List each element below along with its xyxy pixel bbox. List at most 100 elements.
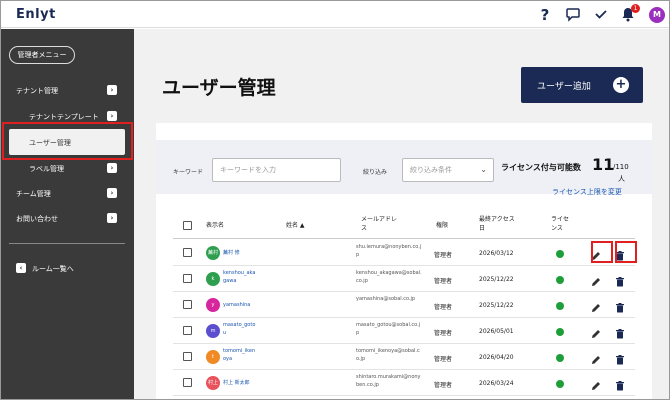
sidebar: 管理者メニュー テナント管理 › テナントテンプレート › ユーザー管理 ラベル… [1, 29, 134, 399]
license-status-dot [556, 328, 564, 336]
narrow-label: 絞り込み [363, 169, 388, 176]
display-name-link[interactable]: masato_gotou [223, 321, 257, 337]
col-email-line1: メールアドレ [361, 216, 398, 223]
plus-icon: + [613, 77, 629, 93]
delete-highlight-box [615, 241, 637, 263]
keyword-input[interactable]: キーワードを入力 [212, 158, 341, 182]
pencil-icon[interactable] [590, 351, 602, 364]
pencil-icon[interactable] [590, 273, 602, 286]
sidebar-item-tenant-template[interactable]: テナントテンプレート [29, 112, 99, 122]
col-email-line2: ス [361, 225, 368, 232]
auth-cell: 管理者 [434, 356, 453, 363]
table-row[interactable]: t tomomi_ikenoya tomomi_ikenoya@sobal.co.j… [173, 344, 635, 370]
col-license-line1: ライセ [551, 216, 570, 223]
avatar: 村上 [206, 376, 220, 390]
chat-bubble-icon[interactable] [564, 6, 582, 24]
back-to-rooms-link[interactable]: ルーム一覧へ [32, 264, 74, 274]
select-all-checkbox[interactable] [183, 221, 192, 230]
chevron-right-icon[interactable]: › [107, 163, 117, 173]
license-status-dot [556, 354, 564, 362]
row-checkbox[interactable] [183, 274, 192, 283]
auth-cell: 管理者 [434, 278, 453, 285]
sidebar-item-contact[interactable]: お問い合わせ [16, 214, 58, 224]
avatar: t [206, 350, 220, 364]
license-available: 11 [592, 155, 615, 174]
chevron-left-icon[interactable]: ‹ [16, 263, 26, 273]
trash-icon[interactable] [614, 325, 626, 339]
display-name-link[interactable]: tomomi_ikenoya [223, 347, 257, 363]
col-license: ライセ ンス [551, 215, 569, 233]
chevron-right-icon[interactable]: › [107, 213, 117, 223]
sidebar-item-label[interactable]: ラベル管理 [29, 164, 64, 174]
table-row[interactable]: m masato_gotou masato_gotou@sobal.co.jp 管理者… [173, 318, 635, 344]
table-row[interactable]: 村上 村上 新太郎 shintaro.murakami@nonyben.co.jp 管… [173, 370, 635, 396]
trash-icon[interactable] [614, 377, 626, 391]
app-window: Enlyt ? 1 M 管理者メニュー テナント管理 › テナントテンプレート … [0, 0, 670, 400]
table-row[interactable]: k kenshou_akagawa kenshou_akagawa@sobal.co… [173, 266, 635, 292]
col-last-access-line1: 最終アクセス [479, 216, 515, 223]
app-logo[interactable]: Enlyt [16, 7, 56, 22]
edit-highlight-box [591, 241, 613, 263]
row-checkbox[interactable] [183, 352, 192, 361]
auth-cell: 管理者 [434, 252, 453, 259]
display-name-link[interactable]: 蕪村 修 [223, 249, 257, 257]
sidebar-divider [9, 243, 125, 244]
email-cell: shu.iemura@nonyben.co.jp [356, 244, 422, 258]
license-status-dot [556, 380, 564, 388]
row-checkbox[interactable] [183, 248, 192, 257]
display-name-link[interactable]: kenshou_akagawa [223, 269, 257, 285]
filter-bar: キーワード キーワードを入力 絞り込み 絞り込み条件 ⌄ ライセンス付与可能数 … [156, 140, 652, 197]
change-license-link[interactable]: ライセンス上限を変更 [552, 187, 622, 197]
chevron-right-icon[interactable]: › [107, 85, 117, 95]
table-row[interactable]: y yamashina yamashina@sobal.co.jp 管理者 2025/1… [173, 292, 635, 318]
add-user-label: ユーザー追加 [537, 82, 591, 92]
email-cell: kenshou_akagawa@sobal.co.jp [356, 270, 422, 284]
row-checkbox[interactable] [183, 378, 192, 387]
row-checkbox[interactable] [183, 326, 192, 335]
pencil-icon[interactable] [590, 325, 602, 338]
chevron-right-icon[interactable]: › [107, 111, 117, 121]
col-license-line2: ンス [551, 225, 563, 232]
avatar: k [206, 272, 220, 286]
license-label: ライセンス付与可能数 [501, 163, 581, 172]
avatar: m [206, 324, 220, 338]
auth-cell: 管理者 [434, 382, 453, 389]
sidebar-item-team[interactable]: チーム管理 [16, 189, 51, 199]
pencil-icon[interactable] [590, 299, 602, 312]
avatar: 蕪村 [206, 246, 220, 260]
trash-icon[interactable] [614, 299, 626, 313]
col-last-access: 最終アクセス 日 [479, 215, 515, 233]
col-name-sort[interactable]: 姓名 ▲ [286, 221, 305, 230]
main-content: ユーザー管理 ユーザー追加 + キーワード キーワードを入力 絞り込み 絞り込み… [134, 29, 669, 399]
header-divider [173, 238, 635, 239]
sidebar-item-tenant[interactable]: テナント管理 [16, 86, 58, 96]
last-access-cell: 2025/12/22 [479, 302, 514, 309]
license-unit: 人 [618, 175, 625, 183]
keyword-label: キーワード [173, 169, 204, 176]
page-title: ユーザー管理 [162, 77, 276, 99]
table-row[interactable]: 蕪村 蕪村 修 shu.iemura@nonyben.co.jp 管理者 2026/03… [173, 240, 635, 266]
add-user-button[interactable]: ユーザー追加 + [521, 67, 643, 103]
row-checkbox[interactable] [183, 300, 192, 309]
display-name-link[interactable]: yamashina [223, 301, 257, 309]
question-icon[interactable]: ? [536, 6, 554, 24]
trash-icon[interactable] [614, 351, 626, 365]
chevron-down-icon: ⌄ [480, 165, 487, 174]
top-bar: Enlyt ? 1 M [1, 1, 669, 28]
narrow-select[interactable]: 絞り込み条件 ⌄ [402, 158, 494, 182]
col-email: メールアドレ ス [361, 215, 397, 233]
pencil-icon[interactable] [590, 377, 602, 390]
license-status-dot [556, 250, 564, 258]
license-status-dot [556, 302, 564, 310]
user-avatar[interactable]: M [649, 7, 665, 23]
trash-icon[interactable] [614, 273, 626, 287]
last-access-cell: 2025/12/22 [479, 276, 514, 283]
display-name-link[interactable]: 村上 新太郎 [223, 379, 257, 387]
auth-cell: 管理者 [434, 304, 453, 311]
license-status-dot [556, 276, 564, 284]
col-display-name: 表示名 [206, 222, 225, 229]
chevron-right-icon[interactable]: › [107, 188, 117, 198]
email-cell: masato_gotou@sobal.co.jp [356, 322, 421, 336]
admin-menu-button[interactable]: 管理者メニュー [9, 46, 75, 64]
checkmark-icon[interactable] [592, 6, 610, 24]
